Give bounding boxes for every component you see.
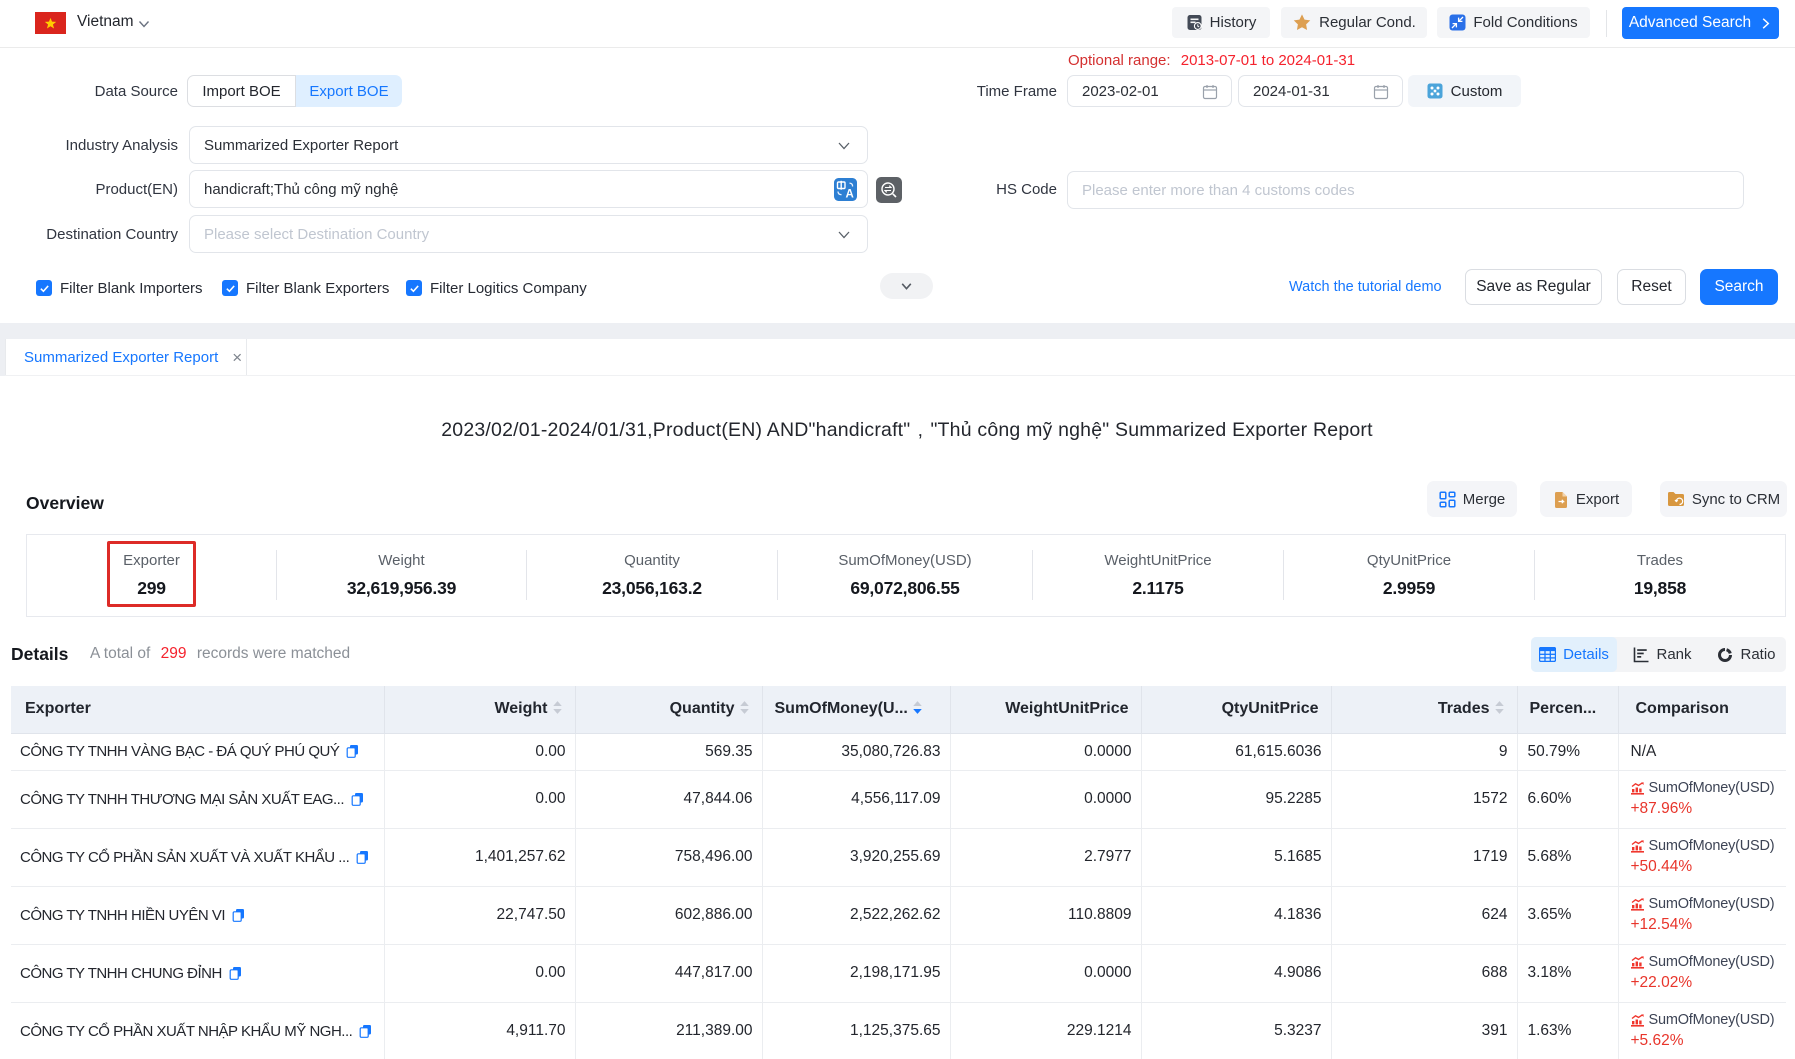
- svg-text:A: A: [845, 189, 853, 201]
